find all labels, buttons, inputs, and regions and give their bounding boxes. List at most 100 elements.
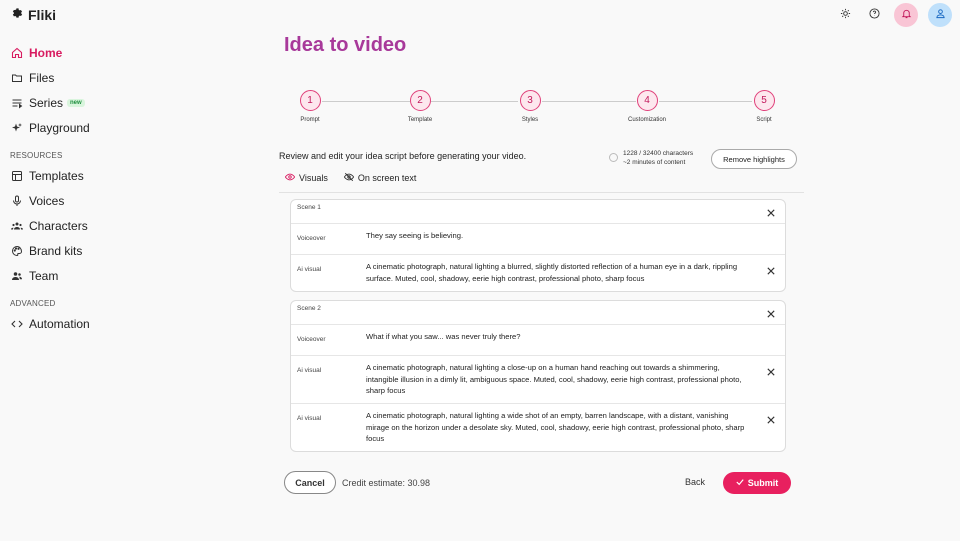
palette-icon — [11, 245, 23, 257]
gear-logo-icon — [11, 7, 24, 23]
delete-visual-button[interactable] — [766, 367, 775, 376]
row-label: Ai visual — [297, 415, 322, 422]
stepper: 1 Prompt 2 Template 3 Styles 4 Customiza… — [288, 90, 788, 130]
close-icon — [766, 262, 775, 280]
sidebar-item-automation[interactable]: Automation — [0, 311, 270, 336]
remove-highlights-button[interactable]: Remove highlights — [711, 149, 797, 169]
app-name: Fliki — [28, 7, 57, 23]
step-number: 5 — [753, 90, 775, 111]
voiceover-text[interactable]: They say seeing is believing. — [366, 230, 751, 242]
resources-section-title: RESOURCES — [10, 150, 63, 160]
team-icon — [11, 270, 23, 282]
list-icon — [11, 97, 23, 109]
close-icon — [766, 305, 775, 323]
ai-visual-text[interactable]: A cinematic photograph, natural lighting… — [366, 261, 751, 284]
submit-label: Submit — [747, 478, 779, 488]
delete-visual-button[interactable] — [766, 266, 775, 275]
sparkles-icon — [11, 122, 23, 134]
avatar[interactable] — [928, 3, 952, 27]
credit-estimate: Credit estimate: 30.98 — [342, 478, 431, 488]
step-number: 1 — [299, 90, 321, 111]
tab-visuals[interactable]: Visuals — [284, 172, 328, 184]
tabs-divider — [279, 192, 804, 193]
view-tabs: Visuals On screen text — [284, 172, 417, 184]
check-icon — [736, 478, 744, 488]
template-icon — [11, 170, 23, 182]
step-prompt[interactable]: 1 Prompt — [288, 90, 332, 123]
row-label: Voiceover — [297, 235, 326, 242]
close-icon — [766, 411, 775, 429]
step-script[interactable]: 5 Script — [742, 90, 786, 123]
content-duration-text: ~2 minutes of content — [623, 158, 686, 166]
sidebar-item-characters[interactable]: Characters — [0, 213, 270, 238]
sidebar-item-templates[interactable]: Templates — [0, 163, 270, 188]
sidebar-item-voices[interactable]: Voices — [0, 188, 270, 213]
step-label: Script — [756, 117, 772, 123]
ai-visual-text[interactable]: A cinematic photograph, natural lighting… — [366, 410, 751, 445]
review-instructions: Review and edit your idea script before … — [279, 151, 527, 161]
notifications-button[interactable] — [894, 3, 918, 27]
page-title: Idea to video — [284, 34, 407, 56]
delete-visual-button[interactable] — [766, 415, 775, 424]
step-number: 4 — [636, 90, 658, 111]
sun-icon — [840, 6, 851, 24]
step-template[interactable]: 2 Template — [398, 90, 442, 123]
eye-icon — [284, 172, 296, 184]
close-icon — [766, 363, 775, 381]
sidebar-item-label: Team — [29, 268, 59, 283]
delete-scene-button[interactable] — [766, 309, 775, 318]
top-right-controls — [836, 3, 952, 27]
bell-icon — [901, 6, 912, 24]
scene-header: Scene 2 — [291, 301, 785, 325]
folder-icon — [11, 72, 23, 84]
row-label: Ai visual — [297, 266, 322, 273]
people-icon — [11, 220, 23, 232]
scene-row-ai-visual: Ai visual A cinematic photograph, natura… — [291, 255, 785, 291]
sidebar-item-playground[interactable]: Playground — [0, 115, 270, 140]
row-label: Ai visual — [297, 367, 322, 374]
step-connector — [431, 101, 518, 102]
tab-label: On screen text — [357, 173, 417, 183]
row-label: Voiceover — [297, 336, 326, 343]
scene-row-voiceover: Voiceover What if what you saw... was ne… — [291, 325, 785, 356]
step-label: Customization — [627, 117, 666, 123]
delete-scene-button[interactable] — [766, 208, 775, 217]
sidebar-item-label: Home — [29, 45, 63, 60]
submit-button[interactable]: Submit — [723, 472, 791, 494]
sidebar-item-label: Automation — [29, 316, 90, 331]
cancel-button[interactable]: Cancel — [284, 471, 336, 494]
app-logo[interactable]: Fliki — [11, 7, 56, 23]
help-icon — [869, 6, 880, 24]
scene-row-ai-visual: Ai visual A cinematic photograph, natura… — [291, 356, 785, 404]
scene-card: Scene 1 Voiceover They say seeing is bel… — [290, 199, 786, 292]
sidebar-item-label: Series — [29, 95, 64, 110]
step-label: Styles — [521, 117, 539, 123]
step-connector — [322, 101, 410, 102]
step-customization[interactable]: 4 Customization — [625, 90, 669, 123]
close-icon — [766, 204, 775, 222]
tab-on-screen-text[interactable]: On screen text — [343, 172, 417, 184]
ai-visual-text[interactable]: A cinematic photograph, natural lighting… — [366, 362, 751, 397]
sidebar-item-label: Voices — [29, 193, 65, 208]
sidebar-item-brand-kits[interactable]: Brand kits — [0, 238, 270, 263]
back-button[interactable]: Back — [685, 477, 705, 487]
progress-ring-icon — [609, 153, 618, 162]
theme-toggle-button[interactable] — [836, 6, 855, 25]
step-label: Template — [407, 117, 433, 123]
eye-off-icon — [343, 172, 354, 184]
scene-row-ai-visual: Ai visual A cinematic photograph, natura… — [291, 404, 785, 451]
sidebar-item-files[interactable]: Files — [0, 65, 270, 90]
voiceover-text[interactable]: What if what you saw... was never truly … — [366, 331, 751, 343]
sidebar-item-label: Templates — [29, 168, 84, 183]
scene-title: Scene 1 — [297, 204, 321, 211]
step-label: Prompt — [300, 117, 320, 123]
help-button[interactable] — [865, 6, 884, 25]
step-connector — [542, 101, 636, 102]
scene-row-voiceover: Voiceover They say seeing is believing. — [291, 224, 785, 255]
advanced-section-title: ADVANCED — [10, 298, 56, 308]
sidebar-item-team[interactable]: Team — [0, 263, 270, 288]
sidebar-item-series[interactable]: Series new — [0, 90, 270, 115]
sidebar-item-home[interactable]: Home — [0, 40, 270, 65]
step-number: 3 — [519, 90, 541, 111]
step-styles[interactable]: 3 Styles — [508, 90, 552, 123]
